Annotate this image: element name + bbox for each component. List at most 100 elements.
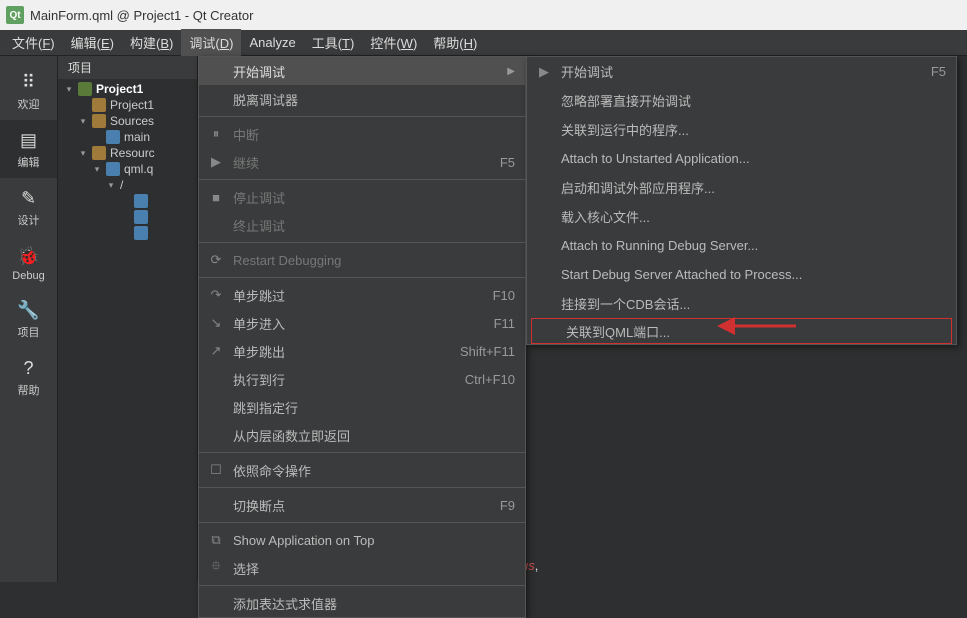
tree-label: Sources xyxy=(110,114,154,128)
menuitem-Attach to Unstarted Application...[interactable]: Attach to Unstarted Application... xyxy=(527,144,956,173)
menuitem-单步进入[interactable]: ↘单步进入F11 xyxy=(199,309,525,337)
menuitem-Show Application on Top[interactable]: ⧉Show Application on Top xyxy=(199,526,525,554)
project-tree[interactable]: ▾Project1 Project1▾Sources main▾Resourc▾… xyxy=(58,79,197,241)
file-icon xyxy=(92,146,106,160)
file-icon xyxy=(134,226,148,240)
menuitem-单步跳过[interactable]: ↷单步跳过F10 xyxy=(199,281,525,309)
menu-Analyze[interactable]: Analyze xyxy=(241,31,303,54)
menuitem-开始调试[interactable]: ▶开始调试F5 xyxy=(527,57,956,86)
menuitem-icon: ■ xyxy=(207,188,225,206)
rail-帮助[interactable]: ?帮助 xyxy=(0,348,57,406)
menuitem-label: 开始调试 xyxy=(233,62,499,81)
menuitem-label: 跳到指定行 xyxy=(233,398,515,417)
menuitem-icon xyxy=(207,398,225,416)
menuitem-Restart Debugging: ⟳Restart Debugging xyxy=(199,246,525,274)
menuitem-跳到指定行[interactable]: 跳到指定行 xyxy=(199,393,525,421)
menu-编辑(E)[interactable]: 编辑(E) xyxy=(63,29,122,56)
tree-row[interactable]: ▾ Sources xyxy=(58,113,197,129)
menuitem-脱离调试器[interactable]: 脱离调试器 xyxy=(199,85,525,113)
menuitem-icon xyxy=(535,150,553,168)
menu-文件(F)[interactable]: 文件(F) xyxy=(4,29,63,56)
menuitem-label: 单步进入 xyxy=(233,314,456,333)
menuitem-启动和调试外部应用程序...[interactable]: 启动和调试外部应用程序... xyxy=(527,173,956,202)
tree-row[interactable]: main xyxy=(58,129,197,145)
menuitem-label: 忽略部署直接开始调试 xyxy=(561,91,946,110)
menuitem-accel: F11 xyxy=(494,316,515,331)
menuitem-icon xyxy=(535,179,553,197)
disclose-icon[interactable]: ▾ xyxy=(92,164,102,175)
menuitem-accel: F5 xyxy=(931,64,946,79)
rail-label: 编辑 xyxy=(18,154,40,170)
menu-构建(B)[interactable]: 构建(B) xyxy=(122,29,181,56)
rail-设计[interactable]: ✎设计 xyxy=(0,178,57,236)
debug-menu-popup: 开始调试▶脱离调试器⏸中断▶继续F5■停止调试终止调试⟳Restart Debu… xyxy=(198,56,526,618)
rail-icon: 🔧 xyxy=(17,298,41,322)
menuitem-label: 停止调试 xyxy=(233,188,515,207)
menuitem-挂接到一个CDB会话...[interactable]: 挂接到一个CDB会话... xyxy=(527,289,956,318)
file-icon xyxy=(134,210,148,224)
menuitem-单步跳出[interactable]: ↗单步跳出Shift+F11 xyxy=(199,337,525,365)
file-icon xyxy=(106,130,120,144)
menuitem-切换断点[interactable]: 切换断点F9 xyxy=(199,491,525,519)
menuitem-开始调试[interactable]: 开始调试▶ xyxy=(199,57,525,85)
menuitem-载入核心文件...[interactable]: 载入核心文件... xyxy=(527,202,956,231)
menuitem-关联到QML端口...[interactable]: 关联到QML端口... xyxy=(531,318,952,344)
file-icon xyxy=(78,82,92,96)
menuitem-label: 从内层函数立即返回 xyxy=(233,426,515,445)
disclose-icon[interactable]: ▾ xyxy=(78,148,88,159)
rail-icon: ⠿ xyxy=(17,70,41,94)
project-panel-header: 项目 xyxy=(58,56,197,79)
rail-编辑[interactable]: ▤编辑 xyxy=(0,120,57,178)
menuitem-icon xyxy=(207,62,225,80)
menuitem-Start Debug Server Attached to Process...[interactable]: Start Debug Server Attached to Process..… xyxy=(527,260,956,289)
menuitem-关联到运行中的程序...[interactable]: 关联到运行中的程序... xyxy=(527,115,956,144)
tree-row[interactable]: ▾Project1 xyxy=(58,81,197,97)
menuitem-label: 脱离调试器 xyxy=(233,90,515,109)
disclose-icon[interactable]: ▾ xyxy=(78,116,88,127)
rail-label: 项目 xyxy=(18,324,40,340)
rail-欢迎[interactable]: ⠿欢迎 xyxy=(0,62,57,120)
menu-工具(T)[interactable]: 工具(T) xyxy=(304,29,363,56)
tree-row[interactable] xyxy=(58,209,197,225)
rail-项目[interactable]: 🔧 项目 xyxy=(0,290,57,348)
menuitem-icon xyxy=(535,208,553,226)
menu-帮助(H)[interactable]: 帮助(H) xyxy=(425,29,485,56)
tree-row[interactable] xyxy=(58,225,197,241)
menuitem-label: Start Debug Server Attached to Process..… xyxy=(561,267,946,282)
tree-row[interactable]: Project1 xyxy=(58,97,197,113)
tree-row[interactable]: ▾/ xyxy=(58,177,197,193)
menu-调试(D)[interactable]: 调试(D) xyxy=(181,29,241,56)
tree-row[interactable] xyxy=(58,193,197,209)
menuitem-选择[interactable]: ⯐选择 xyxy=(199,554,525,582)
menuitem-忽略部署直接开始调试[interactable]: 忽略部署直接开始调试 xyxy=(527,86,956,115)
menuitem-icon: ▶ xyxy=(207,153,225,171)
tree-row[interactable]: ▾Resourc xyxy=(58,145,197,161)
file-icon xyxy=(106,162,120,176)
mode-rail: ⠿欢迎▤编辑✎设计🐞Debug 🔧 项目 ?帮助 xyxy=(0,56,58,582)
menuitem-执行到行[interactable]: 执行到行Ctrl+F10 xyxy=(199,365,525,393)
rail-Debug[interactable]: 🐞Debug xyxy=(0,236,57,290)
project-panel: 项目 ▾Project1 Project1 ▾ Sources main▾Resou… xyxy=(58,56,198,582)
tree-label: / xyxy=(120,178,123,192)
menuitem-icon xyxy=(535,237,553,255)
menuitem-添加表达式求值器[interactable]: 添加表达式求值器 xyxy=(199,589,525,617)
menuitem-依照命令操作[interactable]: ☐依照命令操作 xyxy=(199,456,525,484)
menuitem-accel: F10 xyxy=(493,288,515,303)
disclose-icon[interactable]: ▾ xyxy=(106,180,116,191)
menuitem-icon xyxy=(207,370,225,388)
qt-logo-icon: Qt xyxy=(6,6,24,24)
menuitem-中断: ⏸中断 xyxy=(199,120,525,148)
tree-row[interactable]: ▾qml.q xyxy=(58,161,197,177)
menuitem-label: 关联到QML端口... xyxy=(566,322,941,341)
file-icon xyxy=(92,98,106,112)
menu-控件(W)[interactable]: 控件(W) xyxy=(362,29,425,56)
menuitem-label: 启动和调试外部应用程序... xyxy=(561,178,946,197)
menuitem-icon: ↗ xyxy=(207,342,225,360)
menuitem-label: 执行到行 xyxy=(233,370,427,389)
rail-icon: ✎ xyxy=(17,186,41,210)
disclose-icon[interactable]: ▾ xyxy=(64,84,74,95)
menuitem-icon xyxy=(207,216,225,234)
menuitem-从内层函数立即返回[interactable]: 从内层函数立即返回 xyxy=(199,421,525,449)
menuitem-Attach to Running Debug Server...[interactable]: Attach to Running Debug Server... xyxy=(527,231,956,260)
menuitem-icon: ▶ xyxy=(535,63,553,81)
